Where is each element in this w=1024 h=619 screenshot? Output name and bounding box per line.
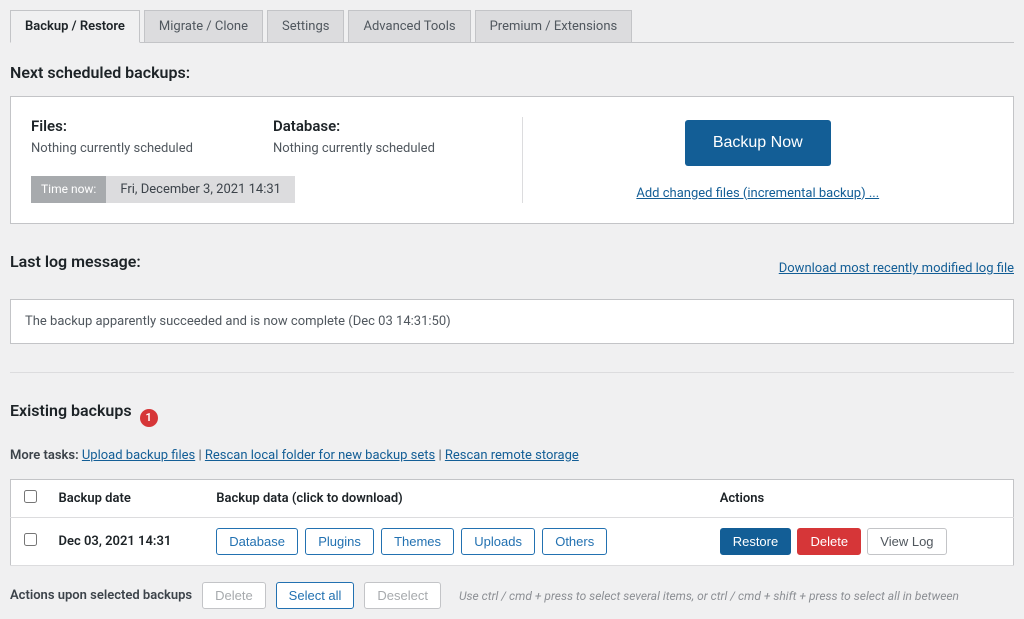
files-label: Files: bbox=[31, 117, 193, 135]
backup-data-cell: Database Plugins Themes Uploads Others bbox=[208, 518, 711, 566]
database-status: Nothing currently scheduled bbox=[273, 141, 435, 156]
files-status: Nothing currently scheduled bbox=[31, 141, 193, 156]
col-actions: Actions bbox=[712, 480, 1014, 518]
backups-table: Backup date Backup data (click to downlo… bbox=[10, 479, 1014, 566]
restore-button[interactable]: Restore bbox=[720, 528, 792, 555]
actions-cell: Restore Delete View Log bbox=[712, 518, 1014, 566]
database-label: Database: bbox=[273, 117, 435, 135]
download-uploads-button[interactable]: Uploads bbox=[461, 528, 535, 555]
schedule-right: Backup Now Add changed files (incrementa… bbox=[523, 117, 994, 203]
download-log-link[interactable]: Download most recently modified log file bbox=[779, 261, 1014, 276]
download-themes-button[interactable]: Themes bbox=[381, 528, 454, 555]
table-header-row: Backup date Backup data (click to downlo… bbox=[11, 480, 1014, 518]
time-now-value: Fri, December 3, 2021 14:31 bbox=[106, 176, 295, 203]
tab-backup-restore[interactable]: Backup / Restore bbox=[10, 10, 140, 43]
bulk-actions-label: Actions upon selected backups bbox=[10, 588, 192, 603]
existing-backups-count-badge: 1 bbox=[140, 409, 158, 427]
select-all-checkbox[interactable] bbox=[24, 490, 37, 503]
last-log-heading: Last log message: bbox=[10, 252, 141, 271]
table-row: Dec 03, 2021 14:31 Database Plugins Them… bbox=[11, 518, 1014, 566]
tab-advanced-tools[interactable]: Advanced Tools bbox=[348, 10, 470, 42]
col-backup-data: Backup data (click to download) bbox=[208, 480, 711, 518]
tab-settings[interactable]: Settings bbox=[267, 10, 344, 42]
schedule-files: Files: Nothing currently scheduled bbox=[31, 117, 193, 156]
more-tasks-row: More tasks: Upload backup files | Rescan… bbox=[10, 448, 1014, 463]
existing-backups-heading: Existing backups bbox=[10, 401, 132, 420]
last-log-message: The backup apparently succeeded and is n… bbox=[10, 299, 1014, 344]
upload-backup-files-link[interactable]: Upload backup files bbox=[82, 448, 195, 463]
rescan-remote-link[interactable]: Rescan remote storage bbox=[445, 448, 579, 463]
bulk-select-all-button[interactable]: Select all bbox=[276, 582, 355, 609]
row-checkbox[interactable] bbox=[24, 533, 37, 546]
download-database-button[interactable]: Database bbox=[216, 528, 298, 555]
bulk-hint: Use ctrl / cmd + press to select several… bbox=[459, 589, 959, 603]
backup-date-cell: Dec 03, 2021 14:31 bbox=[51, 518, 209, 566]
time-now-label: Time now: bbox=[31, 176, 106, 203]
rescan-local-link[interactable]: Rescan local folder for new backup sets bbox=[205, 448, 435, 463]
bulk-deselect-button[interactable]: Deselect bbox=[364, 582, 441, 609]
time-now-row: Time now: Fri, December 3, 2021 14:31 bbox=[31, 176, 295, 203]
col-backup-date: Backup date bbox=[51, 480, 209, 518]
view-log-button[interactable]: View Log bbox=[867, 528, 946, 555]
tab-premium-extensions[interactable]: Premium / Extensions bbox=[475, 10, 633, 42]
section-divider bbox=[10, 372, 1014, 373]
next-scheduled-box: Files: Nothing currently scheduled Datab… bbox=[10, 96, 1014, 224]
incremental-backup-link[interactable]: Add changed files (incremental backup) .… bbox=[636, 186, 879, 201]
bulk-actions-row: Actions upon selected backups Delete Sel… bbox=[10, 582, 1014, 609]
tab-bar: Backup / Restore Migrate / Clone Setting… bbox=[10, 10, 1014, 43]
download-plugins-button[interactable]: Plugins bbox=[305, 528, 374, 555]
backup-now-button[interactable]: Backup Now bbox=[685, 120, 831, 166]
more-tasks-label: More tasks: bbox=[10, 448, 79, 463]
bulk-delete-button[interactable]: Delete bbox=[202, 582, 266, 609]
schedule-database: Database: Nothing currently scheduled bbox=[273, 117, 435, 156]
next-scheduled-heading: Next scheduled backups: bbox=[10, 63, 1014, 82]
schedule-left: Files: Nothing currently scheduled Datab… bbox=[31, 117, 523, 203]
download-others-button[interactable]: Others bbox=[542, 528, 607, 555]
tab-migrate-clone[interactable]: Migrate / Clone bbox=[144, 10, 263, 42]
delete-button[interactable]: Delete bbox=[797, 528, 861, 555]
